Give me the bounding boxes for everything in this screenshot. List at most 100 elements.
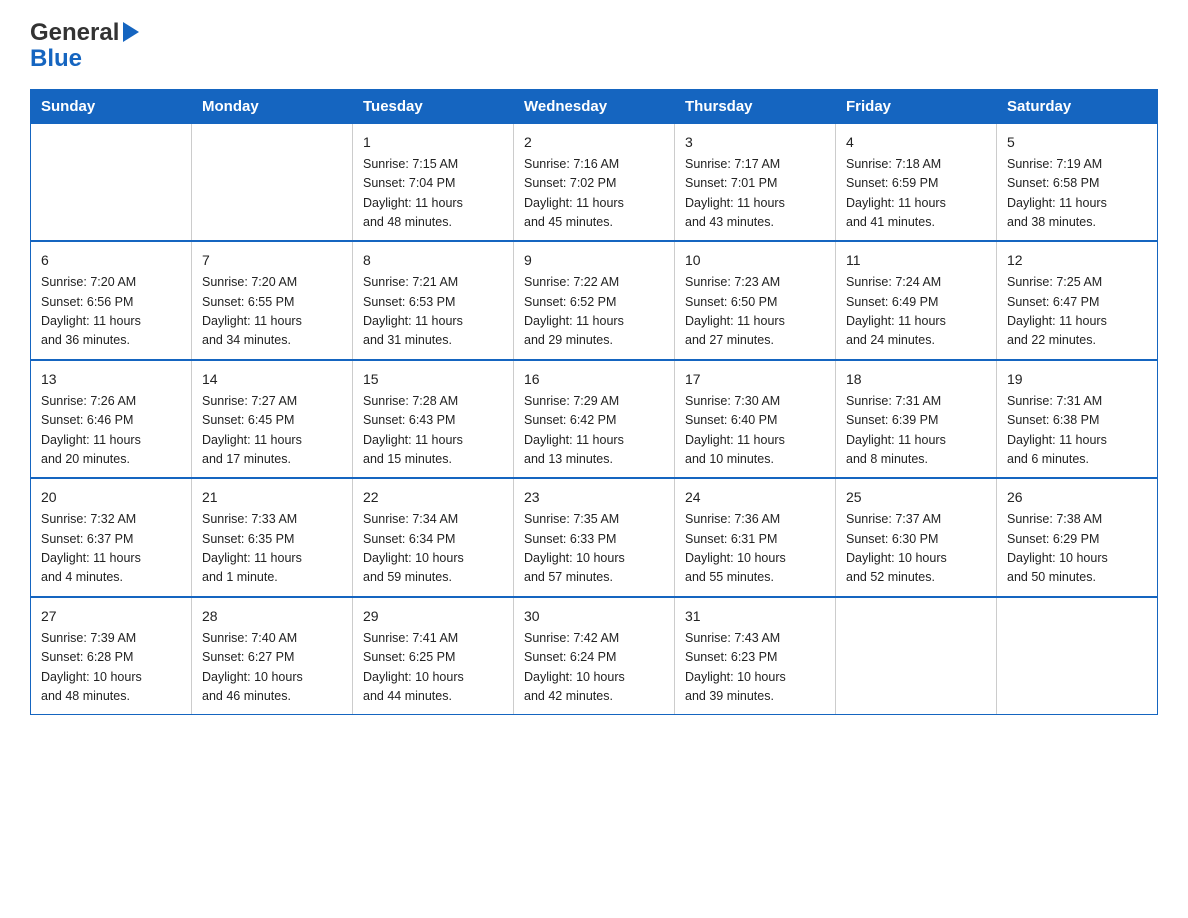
- calendar-cell: 27Sunrise: 7:39 AMSunset: 6:28 PMDayligh…: [31, 597, 192, 715]
- day-number: 6: [41, 250, 181, 271]
- day-info: Sunrise: 7:17 AMSunset: 7:01 PMDaylight:…: [685, 155, 825, 233]
- calendar-cell: 15Sunrise: 7:28 AMSunset: 6:43 PMDayligh…: [353, 360, 514, 479]
- day-info: Sunrise: 7:16 AMSunset: 7:02 PMDaylight:…: [524, 155, 664, 233]
- calendar-header-wednesday: Wednesday: [514, 89, 675, 123]
- day-number: 23: [524, 487, 664, 508]
- day-number: 10: [685, 250, 825, 271]
- day-info: Sunrise: 7:37 AMSunset: 6:30 PMDaylight:…: [846, 510, 986, 588]
- day-number: 12: [1007, 250, 1147, 271]
- day-info: Sunrise: 7:20 AMSunset: 6:55 PMDaylight:…: [202, 273, 342, 351]
- day-info: Sunrise: 7:19 AMSunset: 6:58 PMDaylight:…: [1007, 155, 1147, 233]
- calendar-cell: [997, 597, 1158, 715]
- day-info: Sunrise: 7:30 AMSunset: 6:40 PMDaylight:…: [685, 392, 825, 470]
- day-info: Sunrise: 7:28 AMSunset: 6:43 PMDaylight:…: [363, 392, 503, 470]
- day-info: Sunrise: 7:38 AMSunset: 6:29 PMDaylight:…: [1007, 510, 1147, 588]
- calendar-cell: 7Sunrise: 7:20 AMSunset: 6:55 PMDaylight…: [192, 241, 353, 360]
- logo-line2: Blue: [30, 46, 82, 72]
- day-number: 17: [685, 369, 825, 390]
- calendar-cell: 25Sunrise: 7:37 AMSunset: 6:30 PMDayligh…: [836, 478, 997, 597]
- day-number: 25: [846, 487, 986, 508]
- day-info: Sunrise: 7:15 AMSunset: 7:04 PMDaylight:…: [363, 155, 503, 233]
- calendar-week-row: 6Sunrise: 7:20 AMSunset: 6:56 PMDaylight…: [31, 241, 1158, 360]
- day-info: Sunrise: 7:34 AMSunset: 6:34 PMDaylight:…: [363, 510, 503, 588]
- day-info: Sunrise: 7:20 AMSunset: 6:56 PMDaylight:…: [41, 273, 181, 351]
- day-number: 28: [202, 606, 342, 627]
- logo-line1: General: [30, 20, 139, 46]
- day-number: 2: [524, 132, 664, 153]
- day-info: Sunrise: 7:40 AMSunset: 6:27 PMDaylight:…: [202, 629, 342, 707]
- day-number: 1: [363, 132, 503, 153]
- calendar-cell: 14Sunrise: 7:27 AMSunset: 6:45 PMDayligh…: [192, 360, 353, 479]
- calendar-cell: 18Sunrise: 7:31 AMSunset: 6:39 PMDayligh…: [836, 360, 997, 479]
- day-number: 9: [524, 250, 664, 271]
- day-number: 13: [41, 369, 181, 390]
- day-number: 21: [202, 487, 342, 508]
- day-number: 22: [363, 487, 503, 508]
- day-info: Sunrise: 7:18 AMSunset: 6:59 PMDaylight:…: [846, 155, 986, 233]
- day-info: Sunrise: 7:27 AMSunset: 6:45 PMDaylight:…: [202, 392, 342, 470]
- calendar-header-row: SundayMondayTuesdayWednesdayThursdayFrid…: [31, 89, 1158, 123]
- calendar-cell: 16Sunrise: 7:29 AMSunset: 6:42 PMDayligh…: [514, 360, 675, 479]
- day-info: Sunrise: 7:25 AMSunset: 6:47 PMDaylight:…: [1007, 273, 1147, 351]
- day-number: 15: [363, 369, 503, 390]
- calendar-cell: 17Sunrise: 7:30 AMSunset: 6:40 PMDayligh…: [675, 360, 836, 479]
- calendar-header-monday: Monday: [192, 89, 353, 123]
- day-number: 3: [685, 132, 825, 153]
- calendar-cell: 13Sunrise: 7:26 AMSunset: 6:46 PMDayligh…: [31, 360, 192, 479]
- day-number: 20: [41, 487, 181, 508]
- logo-triangle-icon: [123, 22, 139, 42]
- day-info: Sunrise: 7:32 AMSunset: 6:37 PMDaylight:…: [41, 510, 181, 588]
- day-info: Sunrise: 7:42 AMSunset: 6:24 PMDaylight:…: [524, 629, 664, 707]
- day-number: 5: [1007, 132, 1147, 153]
- day-number: 26: [1007, 487, 1147, 508]
- day-info: Sunrise: 7:41 AMSunset: 6:25 PMDaylight:…: [363, 629, 503, 707]
- day-info: Sunrise: 7:36 AMSunset: 6:31 PMDaylight:…: [685, 510, 825, 588]
- calendar-table: SundayMondayTuesdayWednesdayThursdayFrid…: [30, 89, 1158, 716]
- day-info: Sunrise: 7:43 AMSunset: 6:23 PMDaylight:…: [685, 629, 825, 707]
- page-header: General Blue: [30, 20, 1158, 73]
- calendar-header-friday: Friday: [836, 89, 997, 123]
- day-info: Sunrise: 7:31 AMSunset: 6:38 PMDaylight:…: [1007, 392, 1147, 470]
- calendar-header-saturday: Saturday: [997, 89, 1158, 123]
- day-number: 14: [202, 369, 342, 390]
- calendar-cell: 9Sunrise: 7:22 AMSunset: 6:52 PMDaylight…: [514, 241, 675, 360]
- calendar-cell: 5Sunrise: 7:19 AMSunset: 6:58 PMDaylight…: [997, 123, 1158, 241]
- day-info: Sunrise: 7:23 AMSunset: 6:50 PMDaylight:…: [685, 273, 825, 351]
- day-number: 11: [846, 250, 986, 271]
- calendar-cell: 22Sunrise: 7:34 AMSunset: 6:34 PMDayligh…: [353, 478, 514, 597]
- calendar-cell: 1Sunrise: 7:15 AMSunset: 7:04 PMDaylight…: [353, 123, 514, 241]
- day-number: 8: [363, 250, 503, 271]
- calendar-cell: 2Sunrise: 7:16 AMSunset: 7:02 PMDaylight…: [514, 123, 675, 241]
- day-info: Sunrise: 7:24 AMSunset: 6:49 PMDaylight:…: [846, 273, 986, 351]
- day-number: 19: [1007, 369, 1147, 390]
- calendar-cell: 6Sunrise: 7:20 AMSunset: 6:56 PMDaylight…: [31, 241, 192, 360]
- day-info: Sunrise: 7:35 AMSunset: 6:33 PMDaylight:…: [524, 510, 664, 588]
- calendar-header-tuesday: Tuesday: [353, 89, 514, 123]
- calendar-cell: 10Sunrise: 7:23 AMSunset: 6:50 PMDayligh…: [675, 241, 836, 360]
- logo: General Blue: [30, 20, 139, 73]
- calendar-week-row: 27Sunrise: 7:39 AMSunset: 6:28 PMDayligh…: [31, 597, 1158, 715]
- calendar-cell: 30Sunrise: 7:42 AMSunset: 6:24 PMDayligh…: [514, 597, 675, 715]
- day-info: Sunrise: 7:21 AMSunset: 6:53 PMDaylight:…: [363, 273, 503, 351]
- calendar-week-row: 20Sunrise: 7:32 AMSunset: 6:37 PMDayligh…: [31, 478, 1158, 597]
- calendar-week-row: 1Sunrise: 7:15 AMSunset: 7:04 PMDaylight…: [31, 123, 1158, 241]
- calendar-cell: 20Sunrise: 7:32 AMSunset: 6:37 PMDayligh…: [31, 478, 192, 597]
- calendar-cell: 12Sunrise: 7:25 AMSunset: 6:47 PMDayligh…: [997, 241, 1158, 360]
- day-number: 27: [41, 606, 181, 627]
- calendar-cell: 21Sunrise: 7:33 AMSunset: 6:35 PMDayligh…: [192, 478, 353, 597]
- calendar-cell: 11Sunrise: 7:24 AMSunset: 6:49 PMDayligh…: [836, 241, 997, 360]
- calendar-cell: 8Sunrise: 7:21 AMSunset: 6:53 PMDaylight…: [353, 241, 514, 360]
- calendar-cell: 29Sunrise: 7:41 AMSunset: 6:25 PMDayligh…: [353, 597, 514, 715]
- day-number: 16: [524, 369, 664, 390]
- calendar-cell: [192, 123, 353, 241]
- calendar-cell: 28Sunrise: 7:40 AMSunset: 6:27 PMDayligh…: [192, 597, 353, 715]
- day-number: 4: [846, 132, 986, 153]
- calendar-cell: 31Sunrise: 7:43 AMSunset: 6:23 PMDayligh…: [675, 597, 836, 715]
- calendar-cell: 26Sunrise: 7:38 AMSunset: 6:29 PMDayligh…: [997, 478, 1158, 597]
- day-number: 7: [202, 250, 342, 271]
- calendar-cell: 24Sunrise: 7:36 AMSunset: 6:31 PMDayligh…: [675, 478, 836, 597]
- day-info: Sunrise: 7:26 AMSunset: 6:46 PMDaylight:…: [41, 392, 181, 470]
- calendar-cell: [836, 597, 997, 715]
- calendar-cell: 4Sunrise: 7:18 AMSunset: 6:59 PMDaylight…: [836, 123, 997, 241]
- day-info: Sunrise: 7:31 AMSunset: 6:39 PMDaylight:…: [846, 392, 986, 470]
